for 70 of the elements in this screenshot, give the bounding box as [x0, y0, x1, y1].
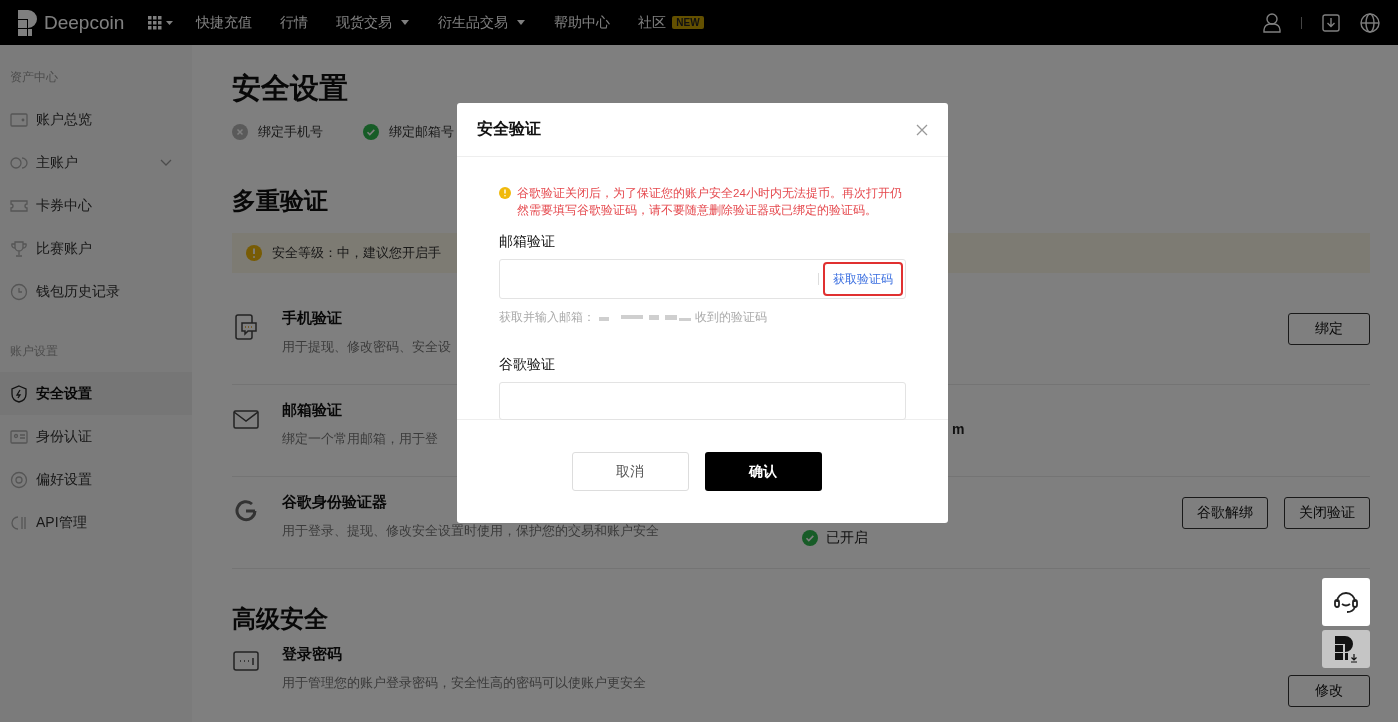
- action-button[interactable]: 谷歌解绑: [1182, 497, 1268, 529]
- warning-icon: [499, 187, 511, 199]
- trophy-icon: [10, 239, 28, 258]
- nav-link[interactable]: 社区: [638, 13, 667, 32]
- input-field[interactable]: [499, 382, 906, 420]
- nav-link[interactable]: 衍生品交易: [438, 13, 527, 32]
- sidebar-item[interactable]: 卡券中心: [0, 184, 192, 227]
- sidebar-item[interactable]: 比赛账户: [0, 227, 192, 270]
- hint-text: 获取并输入邮箱：: [499, 309, 595, 326]
- download-icon[interactable]: [1322, 13, 1340, 32]
- warning-icon: [246, 245, 262, 261]
- nav-link[interactable]: 帮助中心: [554, 13, 611, 32]
- caret-icon: [400, 19, 411, 26]
- password-icon: [232, 649, 260, 673]
- get-code-button[interactable]: 获取验证码: [823, 262, 903, 296]
- row-description: 用于管理您的账户登录密码，安全性高的密码可以使账户更安全: [282, 674, 646, 692]
- section-heading: 高级安全: [232, 604, 328, 634]
- brand-name[interactable]: Deepcoin: [44, 11, 125, 34]
- check-icon: [802, 530, 818, 546]
- action-button[interactable]: 绑定: [1288, 313, 1370, 345]
- field-label: 谷歌验证: [499, 356, 556, 374]
- support-button[interactable]: [1322, 578, 1370, 626]
- row-title: 手机验证: [282, 309, 342, 328]
- step-label: 绑定手机号: [258, 123, 323, 141]
- action-button[interactable]: 关闭验证: [1284, 497, 1370, 529]
- section-heading: 多重验证: [232, 186, 328, 216]
- email-address: m: [951, 421, 965, 437]
- settings-icon: [10, 470, 28, 489]
- api-icon: [10, 513, 28, 532]
- field-label: 邮箱验证: [499, 233, 556, 251]
- notice-text: 安全等级：中，建议您开启手: [272, 244, 441, 262]
- page-title: 安全设置: [232, 71, 349, 106]
- close-icon[interactable]: [916, 123, 928, 136]
- nav-link[interactable]: 现货交易: [336, 13, 411, 32]
- app-logo-icon: [1332, 634, 1360, 664]
- user-icon[interactable]: [1263, 12, 1281, 33]
- input-field[interactable]: 获取验证码: [499, 259, 906, 299]
- apps-menu-button[interactable]: [148, 15, 175, 30]
- clock-icon: [10, 282, 28, 301]
- status-text: 已开启: [826, 529, 868, 547]
- hint-text: 收到的验证码: [695, 309, 767, 326]
- sidebar-item[interactable]: 主账户: [0, 141, 192, 184]
- id-card-icon: [10, 427, 28, 446]
- step-label: 绑定邮箱号: [389, 123, 454, 141]
- sidebar-item[interactable]: 安全设置: [0, 372, 192, 415]
- sidebar-item[interactable]: 钱包历史记录: [0, 270, 192, 313]
- row-title: 登录密码: [282, 645, 342, 664]
- phone-message-icon: [232, 313, 260, 341]
- row-description: 用于提现、修改密码、安全设: [282, 338, 451, 356]
- warning-text: 谷歌验证关闭后，为了保证您的账户安全24小时内无法提币。再次打开仍然需要填写谷歌验证码，请不要随意删除验证器或已绑定的验证码。: [517, 186, 903, 218]
- nav-link[interactable]: 快捷充值: [196, 13, 253, 32]
- shield-icon: [10, 384, 28, 403]
- app-download-button[interactable]: [1322, 630, 1370, 668]
- confirm-button[interactable]: 确认: [704, 452, 822, 491]
- logo-icon: [18, 9, 38, 36]
- sidebar-item[interactable]: 身份认证: [0, 415, 192, 458]
- cancel-button[interactable]: 取消: [571, 452, 689, 491]
- action-button[interactable]: 修改: [1288, 675, 1370, 707]
- row-title: 谷歌身份验证器: [282, 493, 387, 512]
- nav-link[interactable]: 行情: [280, 13, 309, 32]
- wallet-icon: [10, 110, 28, 129]
- row-title: 邮箱验证: [282, 401, 342, 420]
- globe-icon[interactable]: [1360, 12, 1380, 33]
- sidebar-item[interactable]: 账户总览: [0, 98, 192, 141]
- row-description: 用于登录、提现、修改安全设置时使用，保护您的交易和账户安全: [282, 522, 659, 540]
- sidebar-item[interactable]: 偏好设置: [0, 458, 192, 501]
- caret-icon: [516, 19, 527, 26]
- new-badge: NEW: [672, 16, 704, 29]
- dialog-title: 安全验证: [477, 119, 541, 139]
- sidebar-item[interactable]: API管理: [0, 501, 192, 544]
